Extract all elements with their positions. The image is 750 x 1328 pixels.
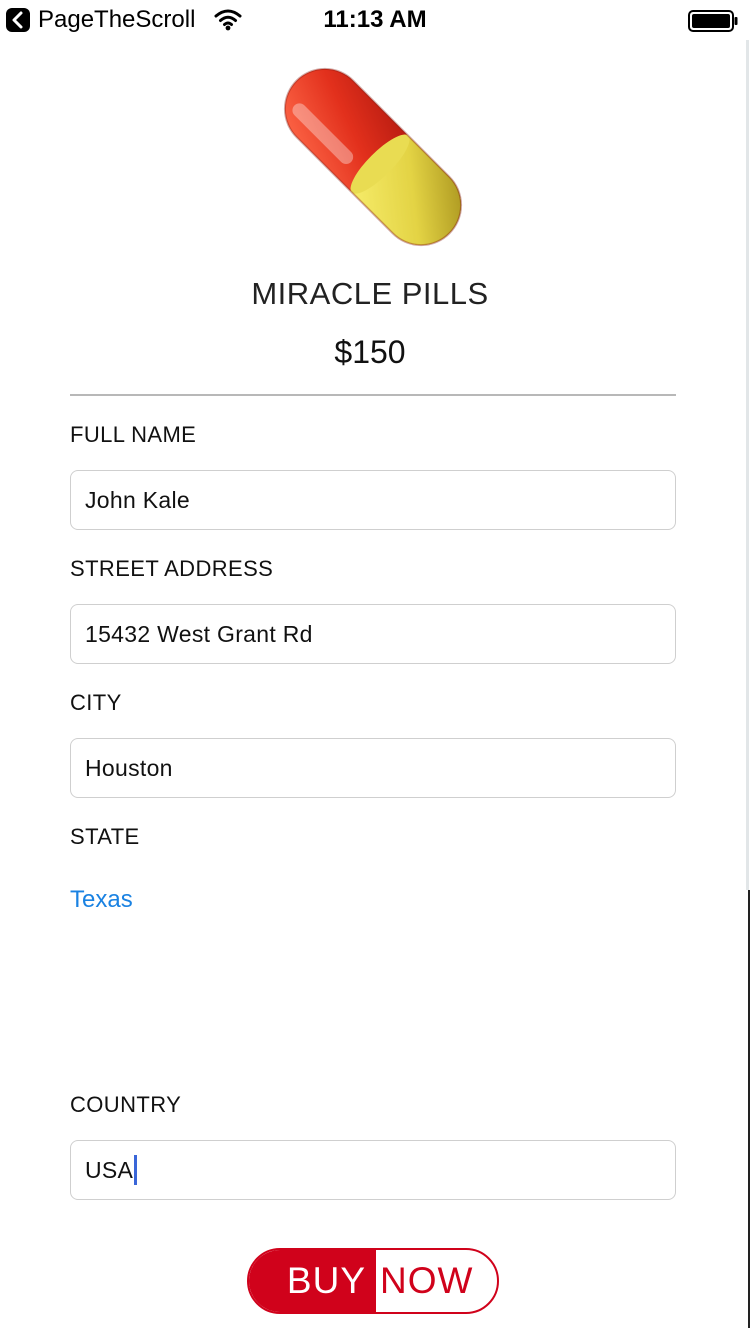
- city-value: Houston: [85, 754, 173, 781]
- now-label: NOW: [380, 1260, 474, 1301]
- pill-capsule-image: [268, 52, 478, 262]
- street-address-field[interactable]: 15432 West Grant Rd: [70, 604, 676, 664]
- buy-label: BUY: [249, 1250, 376, 1312]
- state-picker-value[interactable]: Texas: [70, 886, 133, 914]
- text-cursor: [134, 1155, 138, 1185]
- full-name-value: John Kale: [85, 486, 190, 513]
- status-bar: PageTheScroll 11:13 AM: [0, 0, 750, 40]
- product-price: $150: [334, 334, 406, 370]
- country-value: USA: [85, 1156, 134, 1183]
- city-label: CITY: [70, 690, 122, 715]
- clock-time: 11:13 AM: [323, 6, 427, 33]
- street-address-value: 15432 West Grant Rd: [85, 620, 313, 647]
- product-title: MIRACLE PILLS: [251, 276, 489, 311]
- divider: [70, 394, 676, 396]
- city-field[interactable]: Houston: [70, 738, 676, 798]
- checkout-screen: PageTheScroll 11:13 AM MIRACLE PILLS $15…: [0, 0, 750, 1328]
- country-field[interactable]: USA: [70, 1140, 676, 1200]
- battery-icon: [688, 10, 738, 32]
- edge-artifact: [746, 40, 749, 890]
- full-name-field[interactable]: John Kale: [70, 470, 676, 530]
- buy-now-button[interactable]: BUY NOW: [247, 1248, 499, 1314]
- country-label: COUNTRY: [70, 1092, 182, 1117]
- street-address-label: STREET ADDRESS: [70, 556, 274, 581]
- full-name-label: FULL NAME: [70, 422, 197, 447]
- state-label: STATE: [70, 824, 140, 849]
